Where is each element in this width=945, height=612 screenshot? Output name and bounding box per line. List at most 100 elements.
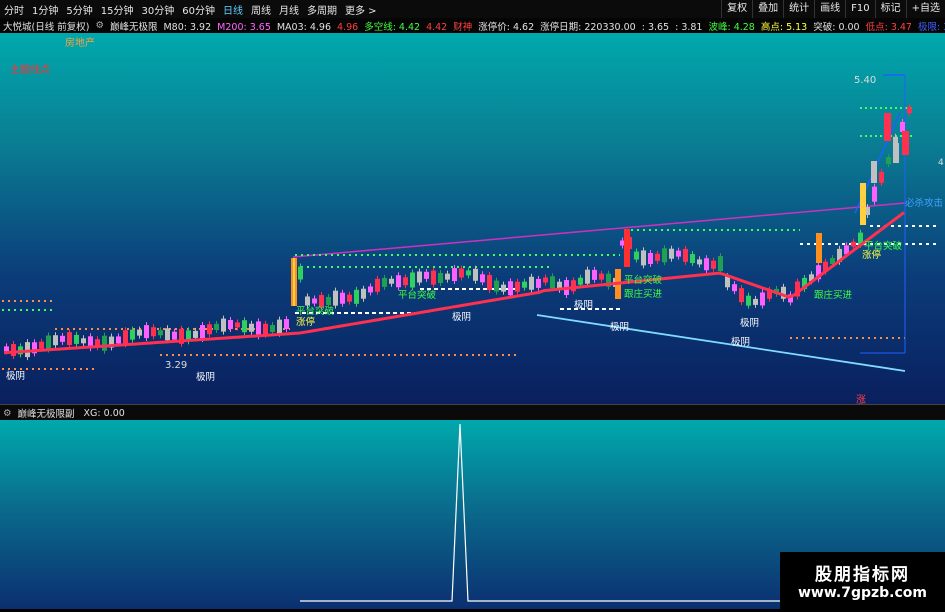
candle (235, 322, 240, 328)
annotation-label: 平台突破 (624, 274, 663, 286)
period-tab[interactable]: 日线 (219, 2, 247, 17)
indicator-value: 极限: 3.40 (917, 21, 945, 33)
period-tab[interactable]: 1分钟 (28, 2, 62, 17)
annotation-label: 平台突破 (864, 240, 903, 252)
indicator-value: MA03: 4.96 (276, 21, 332, 33)
rise-label: 涨 (856, 394, 866, 404)
candle (46, 335, 51, 350)
annotation-label: 极阴 (6, 370, 25, 382)
candle (683, 248, 688, 262)
candle (585, 269, 590, 284)
toolbar-button[interactable]: 叠加 (752, 0, 783, 18)
candle (872, 186, 877, 202)
candle (67, 332, 72, 346)
candle (193, 330, 198, 338)
stock-name: 大悦城(日线 前复权) (3, 21, 90, 33)
candle (452, 268, 457, 282)
sub-indicator-name[interactable]: 巅峰无极限副 (15, 406, 78, 420)
candle (648, 252, 653, 264)
candle (410, 272, 415, 288)
period-tab[interactable]: 周线 (247, 2, 275, 17)
toolbar-button[interactable]: 复权 (721, 0, 752, 18)
candle (662, 248, 667, 263)
toolbar-button[interactable]: 统计 (783, 0, 814, 18)
indicator-value: 波峰: 4.28 (708, 21, 755, 33)
candle (151, 327, 156, 337)
candle (550, 276, 555, 289)
candle (326, 297, 331, 305)
candle (158, 330, 163, 336)
candle (221, 318, 226, 332)
candle (816, 233, 822, 263)
settings-icon[interactable]: ⚙ (0, 408, 15, 419)
candle (704, 258, 709, 271)
period-tab[interactable]: 60分钟 (178, 2, 219, 17)
candle (578, 277, 583, 285)
candle (228, 319, 233, 329)
candle (263, 323, 268, 335)
annotation-label: 极阴 (731, 336, 750, 348)
candle (466, 270, 471, 276)
candle (270, 324, 275, 332)
period-tab[interactable]: 月线 (275, 2, 303, 17)
toolbar-button[interactable]: 标记 (874, 0, 906, 18)
indicator-value: 涨停日期: 220330.00 (540, 21, 636, 33)
indicator-value: M200: 3.65 (217, 21, 271, 33)
annotation-label: 极阴 (196, 371, 215, 383)
candle (480, 274, 485, 283)
candle (382, 277, 387, 287)
period-tab[interactable]: 15分钟 (97, 2, 138, 17)
candle (753, 298, 758, 305)
low-price-label: 3.29 (165, 360, 187, 371)
candle (445, 273, 450, 280)
candle (39, 341, 44, 349)
indicator-value: 低点: 3.47 (865, 21, 912, 33)
candlestick-chart[interactable]: 涨停平台突破平台突破平台突破跟庄买进 跟庄买进涨停平台突破必杀攻击极阴 极阴极阴极阴… (0, 33, 945, 406)
candle (571, 280, 576, 292)
main-chart-panel[interactable]: 涨停 平台突破 平台突破 平台突破 跟庄买进 跟庄买进 涨停 平台突破 必杀攻击 极阴 极阴 极阴 极阴… (0, 33, 945, 406)
candle (473, 268, 478, 281)
candle (293, 258, 295, 306)
period-tab[interactable]: 30分钟 (137, 2, 178, 17)
main-line-label: 主题线点 (10, 63, 50, 76)
annotation-label: 必杀攻击 (905, 197, 943, 209)
candle (438, 272, 443, 283)
period-tab[interactable]: 分时 (0, 2, 28, 17)
candle (424, 271, 429, 279)
candle (214, 323, 219, 330)
period-tab[interactable]: 更多 > (341, 2, 381, 17)
candle (81, 338, 86, 344)
period-tab[interactable]: 多周期 (303, 2, 341, 17)
candle (354, 289, 359, 304)
period-toolbar: 分时 1分钟 5分钟 15分钟 30分钟 60分钟 日线 周线 月线 多周期 更多 > 复权 叠加 统计… (0, 0, 945, 19)
candle (515, 281, 520, 292)
candle (718, 256, 723, 272)
candle (74, 334, 79, 344)
toolbar-button[interactable]: F10 (845, 0, 874, 18)
candle (347, 294, 352, 302)
candle (536, 278, 541, 288)
candle (641, 250, 646, 266)
candle (697, 259, 702, 265)
candle (144, 325, 149, 339)
candle (487, 274, 492, 290)
settings-icon[interactable]: ⚙ (92, 20, 107, 31)
candle (739, 288, 744, 303)
candle (732, 284, 737, 292)
period-tab[interactable]: 5分钟 (62, 2, 96, 17)
annotation-label: 极阴 (740, 317, 759, 329)
sub-indicator-value: XG: 0.00 (83, 407, 125, 419)
candle (592, 269, 597, 280)
toolbar-button[interactable]: +自选 (905, 0, 945, 18)
indicator-name[interactable]: 巅峰无极限 (107, 19, 161, 33)
candle (403, 277, 408, 286)
watermark-title: 股朋指标网 (815, 565, 910, 585)
indicator-value: 突破: 0.00 (813, 21, 860, 33)
candle (760, 292, 765, 306)
candle (368, 286, 373, 293)
candle (508, 281, 513, 296)
toolbar-actions: 复权 叠加 统计 画线 F10 标记 +自选 (721, 0, 945, 18)
candle (871, 161, 877, 183)
candle (902, 131, 909, 155)
toolbar-button[interactable]: 画线 (814, 0, 845, 18)
